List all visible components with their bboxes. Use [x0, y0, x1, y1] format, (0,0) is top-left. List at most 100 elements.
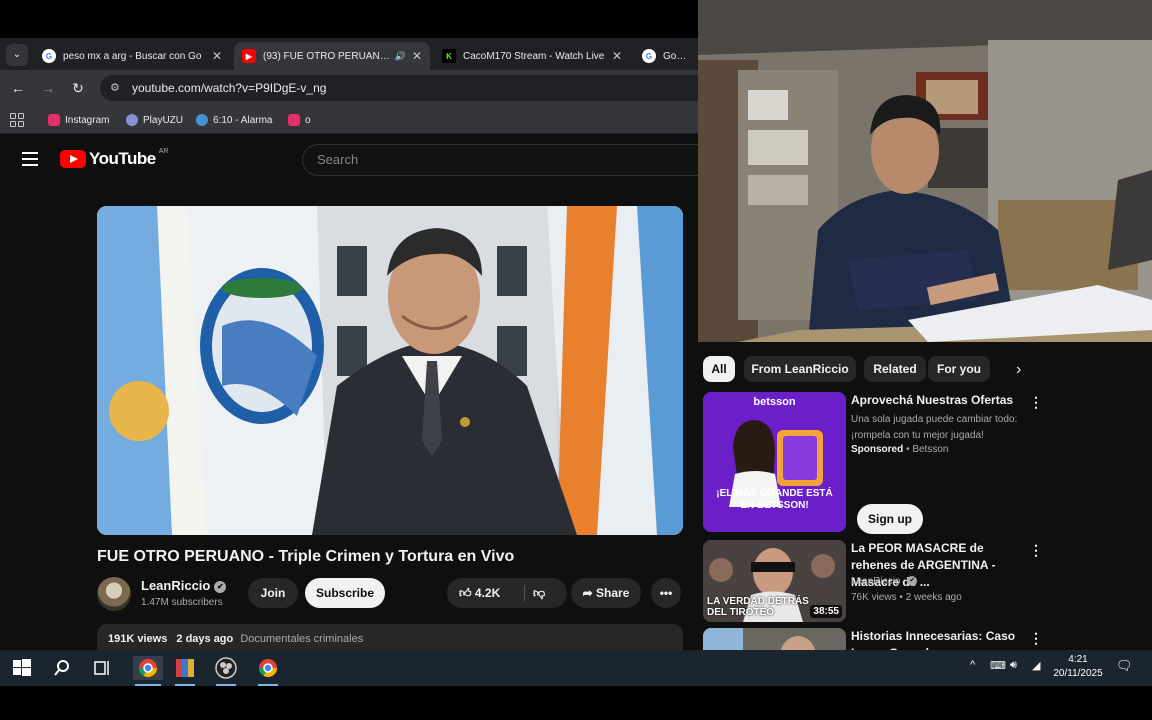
- tab-google-search[interactable]: G peso mx a arg - Buscar con Go ✕: [34, 42, 230, 70]
- reload-icon[interactable]: ↻: [68, 78, 88, 98]
- recommended-video[interactable]: LA VERDAD DETRÁS DEL TIROTEO 38:55 La PE…: [703, 540, 1143, 622]
- thumbnail-caption: LA VERDAD DETRÁS DEL TIROTEO: [707, 596, 809, 618]
- bookmark-label: 6:10 - Alarma: [213, 114, 273, 126]
- back-arrow-icon[interactable]: ←: [8, 78, 28, 98]
- more-vertical-icon[interactable]: ⋮: [1029, 630, 1043, 647]
- search-placeholder: Search: [317, 152, 359, 167]
- upload-date: 2 days ago: [176, 633, 234, 645]
- playuzu-icon: [126, 114, 138, 126]
- chrome-icon[interactable]: [133, 656, 163, 686]
- rec-title: Aprovechá Nuestras Ofertas: [851, 393, 1014, 407]
- more-actions-button[interactable]: •••: [651, 578, 681, 608]
- sign-up-button[interactable]: Sign up: [857, 504, 923, 534]
- keyboard-icon[interactable]: ⌨: [990, 659, 1006, 672]
- join-label: Join: [260, 586, 286, 600]
- video-thumbnail[interactable]: [703, 628, 846, 650]
- forward-arrow-icon[interactable]: →: [38, 78, 58, 98]
- chevron-right-icon[interactable]: ›: [1016, 361, 1021, 379]
- ad-brand-text: betsson: [753, 396, 796, 408]
- video-frame: [97, 206, 683, 535]
- logo-text: YouTube: [89, 149, 156, 168]
- youtube-logo[interactable]: YouTube AR: [60, 148, 168, 170]
- winrar-icon[interactable]: [173, 656, 197, 686]
- screen: ⌄ G peso mx a arg - Buscar con Go ✕ ▶ (9…: [0, 0, 1152, 720]
- verified-icon: ✔: [214, 580, 227, 593]
- like-count: 4.2K: [474, 586, 501, 600]
- like-button[interactable]: 👍︎ 4.2K: [459, 578, 500, 608]
- system-clock[interactable]: 4:21 20/11/2025: [1050, 653, 1106, 681]
- share-button[interactable]: ➦ Share: [571, 578, 641, 608]
- bookmark-alarma[interactable]: 6:10 - Alarma: [196, 112, 272, 128]
- menu-icon[interactable]: [22, 152, 38, 166]
- browser-window: ⌄ G peso mx a arg - Buscar con Go ✕ ▶ (9…: [0, 38, 698, 650]
- meta-separator: •: [906, 444, 910, 455]
- chip-label: From LeanRiccio: [751, 362, 849, 376]
- browser-toolbar: ← → ↻ ⚙ youtube.com/watch?v=P9IDgE-v_ng: [0, 70, 698, 106]
- country-code: AR: [158, 147, 169, 155]
- search-icon[interactable]: [50, 656, 74, 680]
- apps-grid-icon[interactable]: [10, 113, 24, 127]
- address-bar[interactable]: ⚙ youtube.com/watch?v=P9IDgE-v_ng: [100, 75, 698, 101]
- join-button[interactable]: Join: [248, 578, 298, 608]
- notification-icon[interactable]: 🗨︎: [1116, 658, 1133, 674]
- close-icon[interactable]: ✕: [212, 49, 222, 63]
- chrome-icon[interactable]: [256, 656, 280, 686]
- channel-name: LeanRiccio: [141, 578, 211, 593]
- task-view-icon[interactable]: [90, 656, 114, 680]
- obs-icon[interactable]: [214, 656, 238, 686]
- recommended-video[interactable]: Historias Innecesarias: Caso Lucas Gonza…: [703, 628, 1143, 650]
- sponsored-card[interactable]: betsson ¡EL MÁS GRANDE ESTÁ EN BETSSON! …: [703, 392, 1143, 534]
- more-horizontal-icon: •••: [659, 586, 673, 600]
- description-box[interactable]: 191K views 2 days ago Documentales crimi…: [97, 624, 683, 650]
- dislike-button[interactable]: 👎︎: [533, 578, 545, 608]
- cta-label: Sign up: [868, 512, 912, 526]
- verified-icon: ✔: [907, 576, 918, 587]
- search-input[interactable]: Search: [302, 144, 698, 176]
- youtube-header: YouTube AR Search: [0, 134, 698, 188]
- channel-avatar[interactable]: [97, 577, 131, 611]
- tab-bar: ⌄ G peso mx a arg - Buscar con Go ✕ ▶ (9…: [0, 38, 698, 70]
- close-icon[interactable]: ✕: [412, 49, 422, 63]
- chevron-up-icon[interactable]: ^: [970, 659, 975, 671]
- tab-google[interactable]: G Google: [634, 42, 698, 70]
- webcam-overlay: [698, 0, 1152, 342]
- tab-title: CacoM170 Stream - Watch Live: [463, 50, 605, 62]
- divider: [524, 585, 525, 601]
- windows-start-icon[interactable]: [10, 656, 34, 680]
- site-info-icon[interactable]: ⚙: [110, 75, 120, 101]
- tab-kick-stream[interactable]: K CacoM170 Stream - Watch Live ✕: [434, 42, 630, 70]
- sponsored-label: Sponsored: [851, 444, 904, 455]
- channel-name-container[interactable]: LeanRiccio ✔: [141, 578, 227, 593]
- video-meta: 76K views • 2 weeks ago: [851, 592, 962, 603]
- subscribe-button[interactable]: Subscribe: [305, 578, 385, 608]
- bookmarks-bar: Instagram PlayUZU 6:10 - Alarma o: [0, 106, 698, 134]
- speaker-icon[interactable]: 🔊: [395, 51, 406, 62]
- google-icon: G: [42, 49, 56, 63]
- tab-search-button[interactable]: ⌄: [6, 44, 28, 66]
- chip-from-channel[interactable]: From LeanRiccio: [744, 356, 856, 382]
- ad-thumbnail[interactable]: betsson ¡EL MÁS GRANDE ESTÁ EN BETSSON!: [703, 392, 846, 532]
- chip-related[interactable]: Related: [864, 356, 926, 382]
- network-icon[interactable]: ◢: [1032, 659, 1040, 672]
- tab-title: Google: [663, 50, 690, 62]
- chip-for-you[interactable]: For you: [928, 356, 990, 382]
- more-vertical-icon[interactable]: ⋮: [1029, 542, 1043, 559]
- bookmark-instagram[interactable]: Instagram: [48, 112, 109, 128]
- close-icon[interactable]: ✕: [612, 49, 622, 63]
- volume-icon[interactable]: 🔊︎: [1010, 659, 1017, 672]
- windows-taskbar: ^ ⌨ 🔊︎ ◢ 4:21 20/11/2025 🗨︎: [0, 650, 1152, 686]
- video-player[interactable]: [97, 206, 683, 535]
- thumbs-down-icon: 👎︎: [533, 586, 546, 600]
- category-link[interactable]: Documentales criminales: [240, 633, 363, 645]
- bookmark-o[interactable]: o: [288, 112, 311, 128]
- ad-headline: ¡EL MÁS GRANDE ESTÁ EN BETSSON!: [716, 488, 833, 511]
- channel-name[interactable]: LeanRiccio: [851, 576, 900, 587]
- chip-all[interactable]: All: [703, 356, 735, 382]
- advertiser-name: Betsson: [912, 444, 949, 455]
- tab-youtube-video[interactable]: ▶ (93) FUE OTRO PERUANO - 🔊 ✕: [234, 42, 430, 70]
- url-text: youtube.com/watch?v=P9IDgE-v_ng: [132, 81, 327, 95]
- more-vertical-icon[interactable]: ⋮: [1029, 394, 1043, 411]
- bookmark-playuzu[interactable]: PlayUZU: [126, 112, 183, 128]
- chip-label: For you: [937, 362, 981, 376]
- video-thumbnail[interactable]: LA VERDAD DETRÁS DEL TIROTEO 38:55: [703, 540, 846, 622]
